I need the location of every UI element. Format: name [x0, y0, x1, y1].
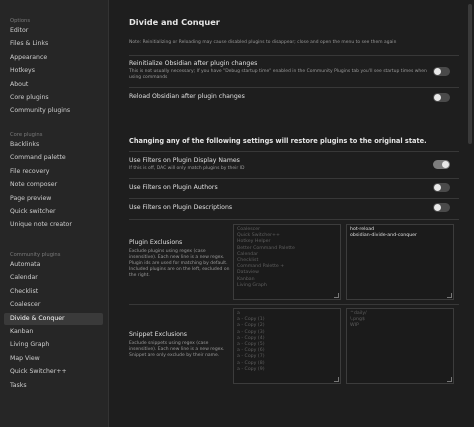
toggle-knob [434, 184, 441, 191]
setting-name-plugin-exclusions: Plugin Exclusions [129, 239, 183, 246]
textarea-line: Living Graph [237, 282, 267, 288]
toggle-filter-display-names[interactable] [433, 160, 450, 169]
sidebar-item-coalescer[interactable]: Coalescer [4, 299, 103, 311]
toggle-filter-descriptions[interactable] [433, 203, 450, 212]
sidebar-item-living-graph[interactable]: Living Graph [4, 339, 103, 351]
resize-grip-icon[interactable] [447, 293, 452, 298]
setting-name-reinitialize: Reinitialize Obsidian after plugin chang… [129, 60, 258, 67]
sidebar-item-divide-conquer[interactable]: Divide & Conquer [4, 312, 103, 325]
sidebar-item-calendar[interactable]: Calendar [4, 272, 103, 284]
page-title: Divide and Conquer [129, 17, 220, 27]
sidebar-item-quick-switcher[interactable]: Quick Switcher++ [4, 366, 103, 378]
textarea-line: obsidian-divide-and-conquer [350, 233, 417, 239]
setting-name-filter-authors: Use Filters on Plugin Authors [129, 184, 218, 191]
toggle-knob [434, 94, 441, 101]
toggle-reload[interactable] [433, 93, 450, 102]
setting-desc-reinitialize: This is not usually necessary; If you ha… [129, 69, 427, 80]
sidebar-item-about[interactable]: About [4, 79, 103, 91]
plugin-excluded-textarea[interactable]: hot-reload obsidian-divide-and-conquer [346, 224, 454, 300]
settings-window: Options Editor Files & Links Appearance Hotk… [0, 0, 474, 427]
snippet-included-textarea[interactable]: aa - Copy (1) a - Copy (2) a - Copy (3) a -… [233, 308, 341, 384]
sidebar-item-quick-switcher[interactable]: Quick switcher [4, 206, 103, 218]
toggle-knob [434, 204, 441, 211]
sidebar-item-unique-note-creator[interactable]: Unique note creator [4, 219, 103, 231]
plugin-included-textarea[interactable]: Coalescer Quick Switcher++ Hotkey Helper Be… [233, 224, 341, 300]
sidebar-item-backlinks[interactable]: Backlinks [4, 139, 103, 151]
setting-desc-filter-display-names: If this is off, DAC will only match plug… [129, 166, 245, 171]
setting-name-filter-descriptions: Use Filters on Plugin Descriptions [129, 204, 233, 211]
sidebar-item-community-plugins[interactable]: Community plugins [4, 105, 103, 117]
reload-note: Note: Reinitializing or Reloading may ca… [129, 40, 397, 45]
sidebar-item-editor[interactable]: Editor [4, 25, 103, 37]
toggle-knob [434, 68, 441, 75]
sidebar-item-map-view[interactable]: Map View [4, 353, 103, 365]
sidebar-item-core-plugins[interactable]: Core plugins [4, 92, 103, 104]
setting-name-reload: Reload Obsidian after plugin changes [129, 93, 245, 100]
settings-main: Divide and Conquer Note: Reinitializing … [109, 0, 465, 427]
sidebar-item-command-palette[interactable]: Command palette [4, 152, 103, 164]
sidebar-item-file-recovery[interactable]: File recovery [4, 166, 103, 178]
textarea-line: WIP [350, 323, 359, 329]
settings-sidebar: Options Editor Files & Links Appearance Hotk… [0, 0, 109, 427]
divider [129, 151, 459, 152]
resize-grip-icon[interactable] [334, 377, 339, 382]
sidebar-item-page-preview[interactable]: Page preview [4, 193, 103, 205]
sidebar-item-note-composer[interactable]: Note composer [4, 179, 103, 191]
sidebar-item-tasks[interactable]: Tasks [4, 380, 103, 392]
setting-name-snippet-exclusions: Snippet Exclusions [129, 331, 188, 338]
toggle-filter-authors[interactable] [433, 183, 450, 192]
toggle-knob [442, 161, 449, 168]
divider [129, 87, 459, 88]
divider [129, 178, 459, 179]
scrollbar-thumb[interactable] [468, 4, 472, 144]
resize-grip-icon[interactable] [447, 377, 452, 382]
setting-name-filter-display-names: Use Filters on Plugin Display Names [129, 157, 240, 164]
sidebar-item-checklist[interactable]: Checklist [4, 286, 103, 298]
section-heading: Changing any of the following settings w… [129, 137, 427, 145]
divider [129, 219, 459, 220]
sidebar-item-kanban[interactable]: Kanban [4, 326, 103, 338]
divider [129, 55, 459, 56]
resize-grip-icon[interactable] [334, 293, 339, 298]
toggle-reinitialize[interactable] [433, 67, 450, 76]
sidebar-item-automata[interactable]: Automata [4, 259, 103, 271]
setting-desc-snippet-exclusions: Exclude snippets using regex (case insen… [129, 341, 225, 358]
snippet-excluded-textarea[interactable]: ^daily/\.png$ WIP [346, 308, 454, 384]
sidebar-item-files-links[interactable]: Files & Links [4, 38, 103, 50]
divider [129, 198, 459, 199]
sidebar-item-appearance[interactable]: Appearance [4, 52, 103, 64]
sidebar-item-hotkeys[interactable]: Hotkeys [4, 65, 103, 77]
textarea-line: a - Copy (9) [237, 366, 265, 372]
divider [129, 304, 459, 305]
setting-desc-plugin-exclusions: Exclude plugins using regex (case insens… [129, 249, 230, 278]
